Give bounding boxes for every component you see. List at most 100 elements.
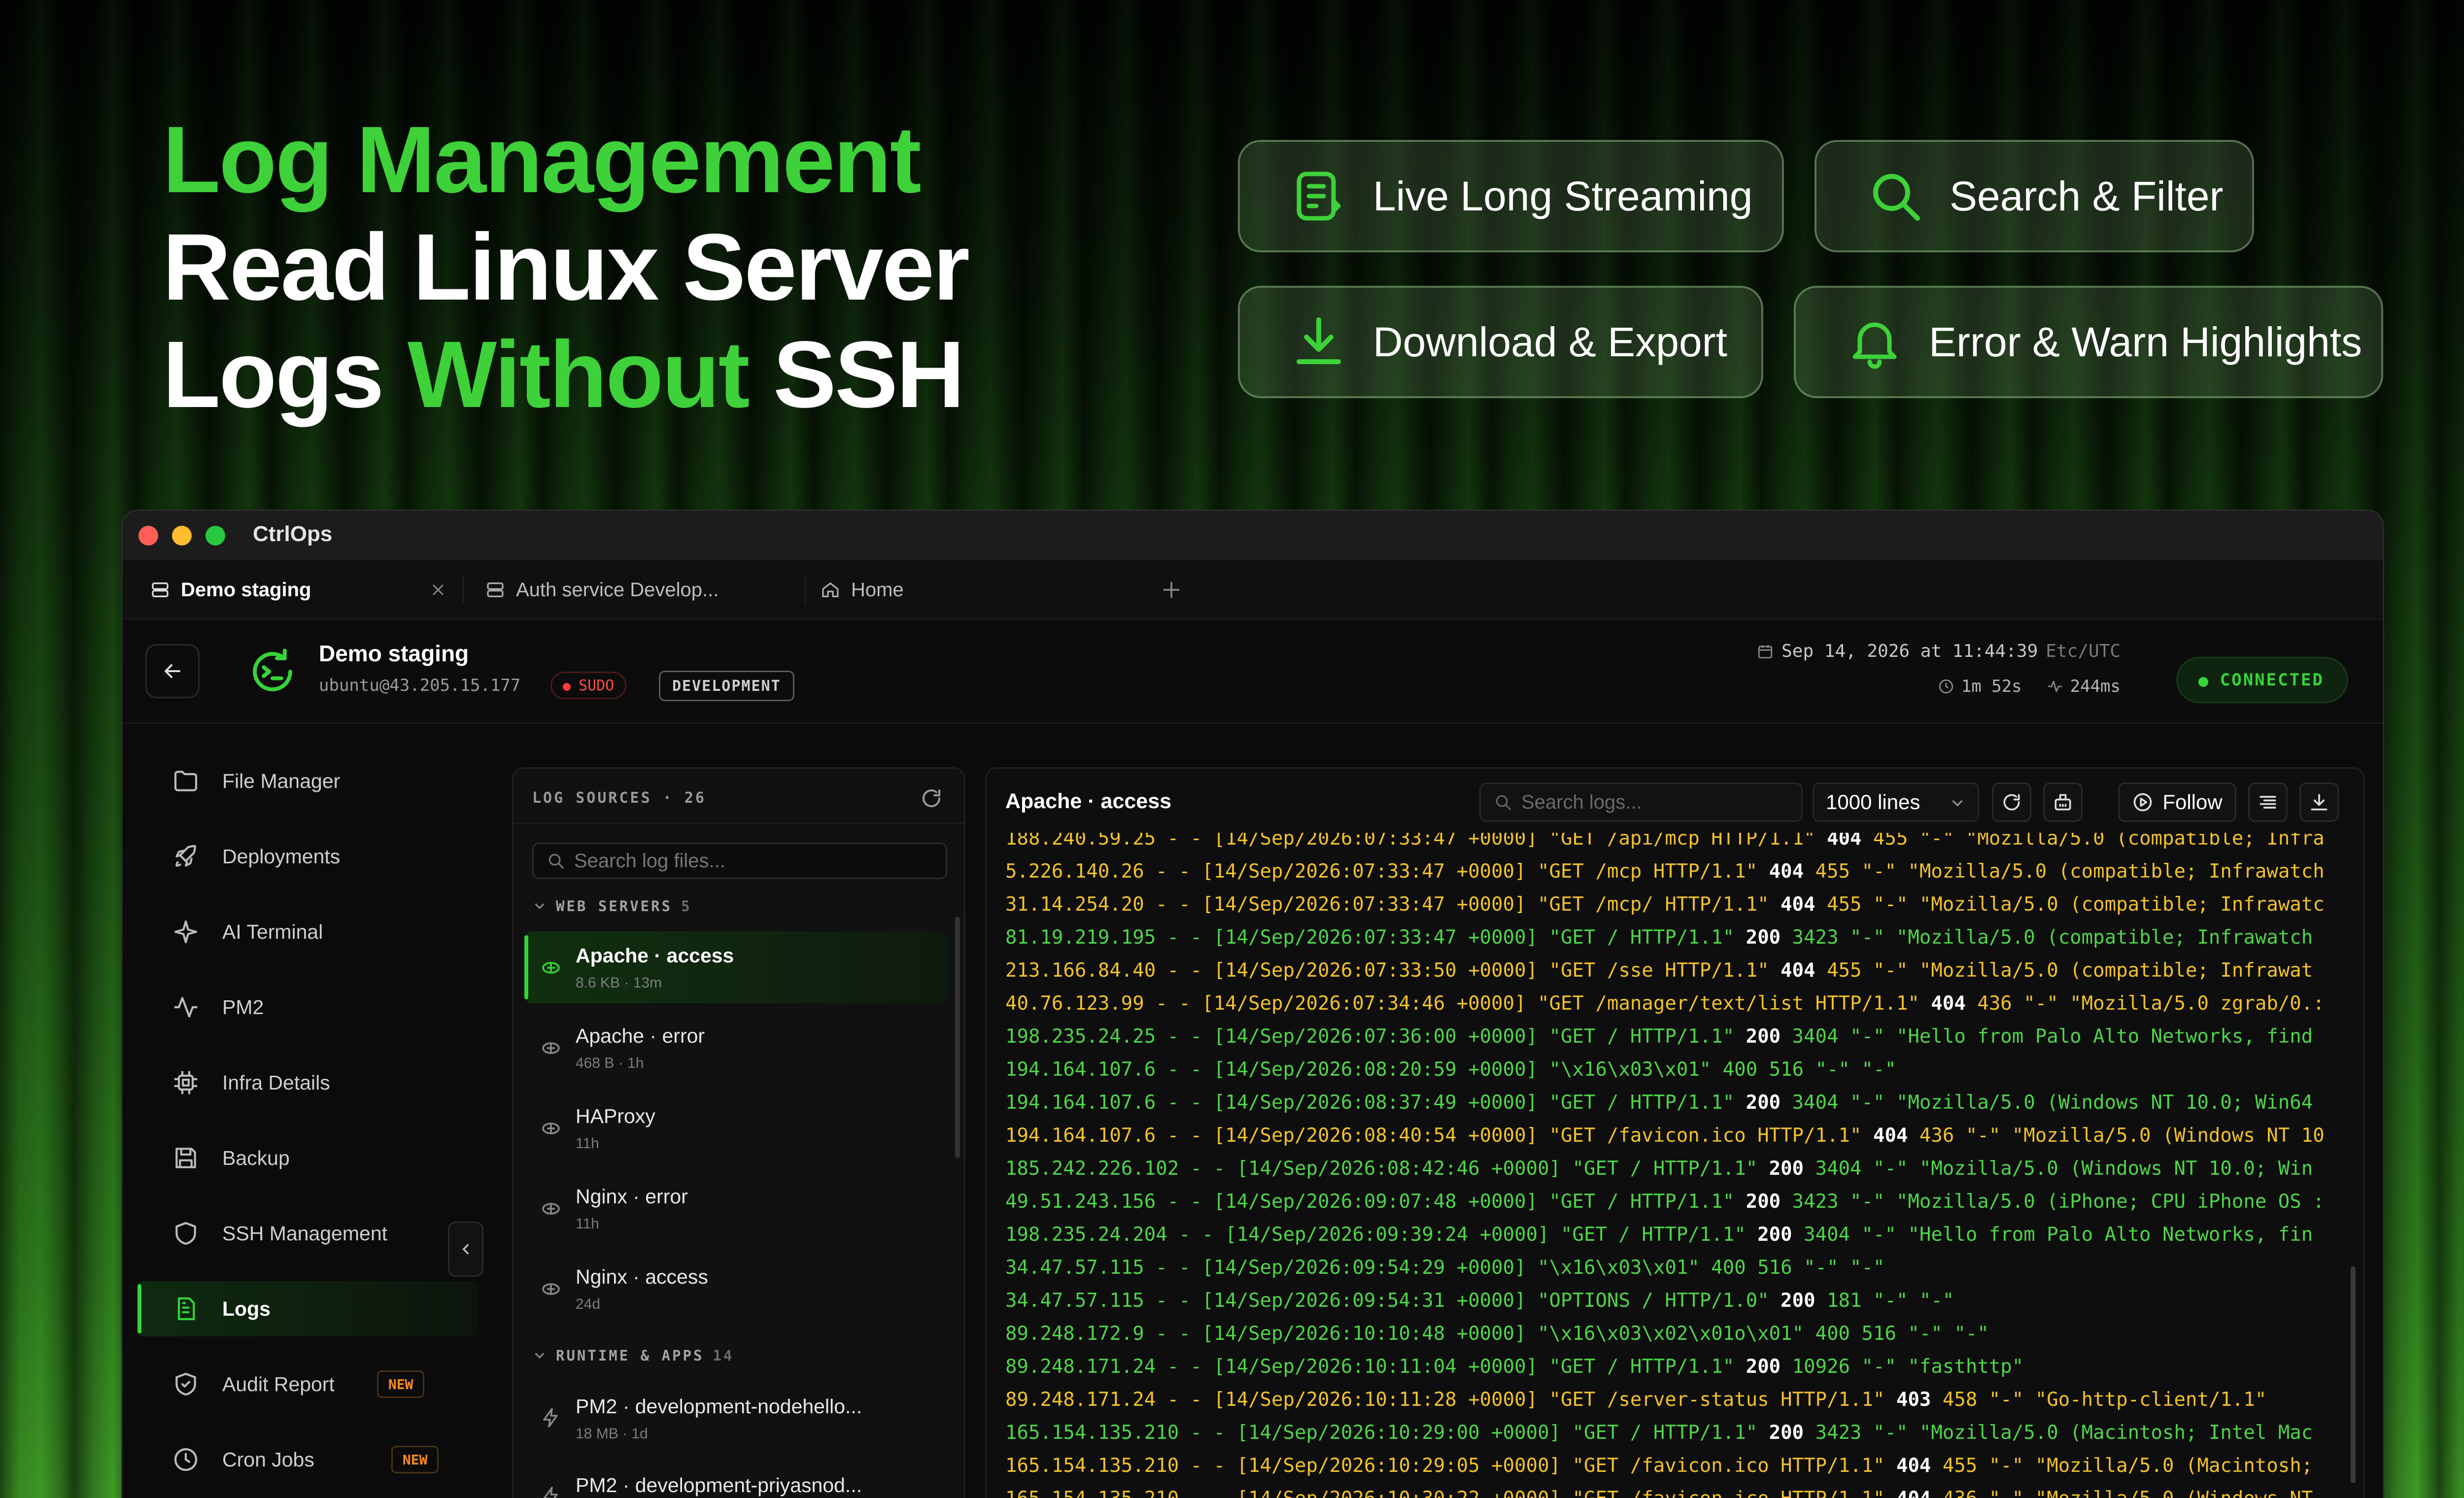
log-source-title: HAProxy <box>576 1105 655 1127</box>
follow-label: Follow <box>2162 790 2223 814</box>
sidebar-item-audit-report[interactable]: Audit Report NEW <box>137 1357 478 1412</box>
log-scrollbar[interactable] <box>2351 1266 2356 1483</box>
search-logs-input[interactable]: Search logs... <box>1479 783 1803 822</box>
feature-label: Search & Filter <box>1950 172 2224 219</box>
sidebar-item-logs[interactable]: Logs <box>137 1281 478 1336</box>
server-datetime: Sep 14, 2026 at 11:44:39 Etc/UTC <box>1757 641 2121 661</box>
close-window-button[interactable] <box>138 526 158 545</box>
sources-scrollbar[interactable] <box>955 917 960 1158</box>
feature-download-export: Download & Export <box>1238 286 1763 398</box>
lines-count-select[interactable]: 1000 lines <box>1813 783 1979 822</box>
log-line: 34.47.57.115 - - [14/Sep/2026:09:54:29 +… <box>1005 1251 2326 1284</box>
log-source-meta: 11h <box>576 1135 599 1152</box>
sidebar-item-label: Audit Report <box>222 1372 335 1396</box>
hero-line-3b: Without <box>407 321 750 427</box>
group-web-servers[interactable]: WEB SERVERS 5 <box>532 898 692 915</box>
log-source-title: PM2 · development-priyasnod... <box>576 1474 862 1497</box>
folder-icon <box>174 771 198 791</box>
group-count: 14 <box>713 1347 734 1364</box>
search-placeholder: Search logs... <box>1521 791 1642 813</box>
log-line-rest: 3404 "-" "Mozilla/5.0 (Windows NT 10.0; … <box>1780 1091 2313 1114</box>
list-icon <box>2259 796 2276 809</box>
log-line-text: 34.47.57.115 - - [14/Sep/2026:09:54:29 +… <box>1005 1257 1885 1279</box>
log-line: 194.164.107.6 - - [14/Sep/2026:08:20:59 … <box>1005 1053 2326 1086</box>
sudo-badge: SUDO <box>550 672 627 699</box>
web-server-icon <box>542 1283 560 1295</box>
hero-line-1: Log Management <box>163 106 922 212</box>
new-tab-icon[interactable] <box>1161 579 1182 601</box>
log-line-rest: 458 "-" "Go-http-client/1.1" <box>1931 1389 2267 1411</box>
log-source-item[interactable]: Apache · error 468 B · 1h <box>524 1012 948 1084</box>
log-source-title: Nginx · error <box>576 1185 688 1208</box>
log-line-text: 40.76.123.99 - - [14/Sep/2026:07:34:46 +… <box>1005 992 1931 1015</box>
log-source-item[interactable]: PM2 · development-priyasnod... <box>524 1461 948 1498</box>
log-status-code: 200 <box>1745 926 1781 949</box>
log-file-icon <box>177 1297 195 1321</box>
log-line: 89.248.171.24 - - [14/Sep/2026:10:11:04 … <box>1005 1350 2326 1383</box>
sidebar-item-deployments[interactable]: Deployments <box>137 829 478 884</box>
tab-bar: Demo staging Auth service Develop... Hom… <box>123 560 2383 619</box>
back-button[interactable] <box>145 644 200 698</box>
sidebar-item-label: Logs <box>222 1297 271 1320</box>
feature-search-filter: Search & Filter <box>1814 140 2254 252</box>
log-status-code: 200 <box>1757 1224 1792 1246</box>
log-lines-area[interactable]: 188.240.59.25 - - [14/Sep/2026:07:33:47 … <box>987 833 2363 1498</box>
maximize-window-button[interactable] <box>205 526 225 545</box>
log-source-meta: 468 B · 1h <box>576 1055 644 1071</box>
download-logs-button[interactable] <box>2299 783 2339 822</box>
log-line-text: 198.235.24.204 - - [14/Sep/2026:09:39:24… <box>1005 1224 1758 1246</box>
log-status-code: 404 <box>1896 1455 1931 1477</box>
bell-icon <box>1852 322 1897 369</box>
sidebar-item-file-manager[interactable]: File Manager <box>137 753 478 809</box>
hero-line-3a: Logs <box>163 321 384 427</box>
log-source-item[interactable]: Nginx · access 24d <box>524 1253 948 1325</box>
tab-demo-staging[interactable]: Demo staging <box>150 560 311 619</box>
title-bar: CtrlOps <box>123 511 2383 560</box>
server-uptime: 1m 52s <box>1961 677 2022 696</box>
log-status-code: 200 <box>1745 1091 1781 1114</box>
log-source-item[interactable]: HAProxy 11h <box>524 1092 948 1164</box>
log-files-search-input[interactable]: Search log files... <box>532 843 947 879</box>
web-server-icon <box>542 1042 560 1054</box>
refresh-icon[interactable] <box>920 786 943 810</box>
log-source-item[interactable]: Nginx · error 11h <box>524 1172 948 1244</box>
log-line-text: 165.154.135.210 - - [14/Sep/2026:10:30:2… <box>1005 1488 1896 1498</box>
clear-logs-button[interactable] <box>2043 783 2083 822</box>
log-line-text: 194.164.107.6 - - [14/Sep/2026:08:37:49 … <box>1005 1091 1746 1114</box>
log-line: 49.51.243.156 - - [14/Sep/2026:09:07:48 … <box>1005 1185 2326 1218</box>
log-line-rest: 10926 "-" "fasthttp" <box>1780 1356 2024 1378</box>
tab-home[interactable]: Home <box>821 560 904 619</box>
sidebar-item-pm2[interactable]: PM2 <box>137 980 478 1035</box>
rocket-icon <box>175 845 196 867</box>
new-badge: NEW <box>376 1370 425 1398</box>
cpu-icon <box>174 1071 198 1094</box>
log-source-meta: 8.6 KB · 13m <box>576 975 662 991</box>
sidebar-item-cron-jobs[interactable]: Cron Jobs NEW <box>137 1432 478 1487</box>
log-source-item[interactable]: PM2 · development-nodehello... 18 MB · 1… <box>524 1382 948 1454</box>
arrow-left-icon <box>165 664 180 678</box>
wrap-lines-button[interactable] <box>2248 783 2288 822</box>
log-line-rest: 3423 "-" "Mozilla/5.0 (compatible; Infra… <box>1780 926 2313 949</box>
tab-auth-service[interactable]: Auth service Develop... <box>485 560 719 619</box>
group-count: 5 <box>681 898 692 915</box>
collapse-sidebar-button[interactable] <box>448 1222 483 1277</box>
reload-logs-button[interactable] <box>1992 783 2031 822</box>
group-label: WEB SERVERS <box>556 898 673 915</box>
sidebar-item-infra-details[interactable]: Infra Details <box>137 1055 478 1110</box>
sidebar-item-label: Cron Jobs <box>222 1448 314 1471</box>
log-line-rest: 3404 "-" "Mozilla/5.0 (Windows NT 10.0; … <box>1804 1158 2313 1180</box>
log-source-title: Apache · error <box>576 1024 705 1047</box>
sidebar-item-ai-terminal[interactable]: AI Terminal <box>137 904 478 959</box>
group-runtime-apps[interactable]: RUNTIME & APPS 14 <box>532 1347 734 1364</box>
log-line: 185.242.226.102 - - [14/Sep/2026:08:42:4… <box>1005 1152 2326 1185</box>
sidebar-item-backup[interactable]: Backup <box>137 1130 478 1186</box>
tab-label: Demo staging <box>181 579 311 601</box>
feature-label: Live Long Streaming <box>1373 172 1753 219</box>
lines-count-value: 1000 lines <box>1826 790 1920 814</box>
minimize-window-button[interactable] <box>172 526 192 545</box>
activity-icon <box>174 997 198 1018</box>
log-source-item[interactable]: Apache · access 8.6 KB · 13m <box>524 931 948 1003</box>
close-tab-icon[interactable] <box>429 581 447 599</box>
sidebar-item-ssh-management[interactable]: SSH Management <box>137 1206 433 1261</box>
follow-button[interactable]: Follow <box>2118 783 2236 822</box>
